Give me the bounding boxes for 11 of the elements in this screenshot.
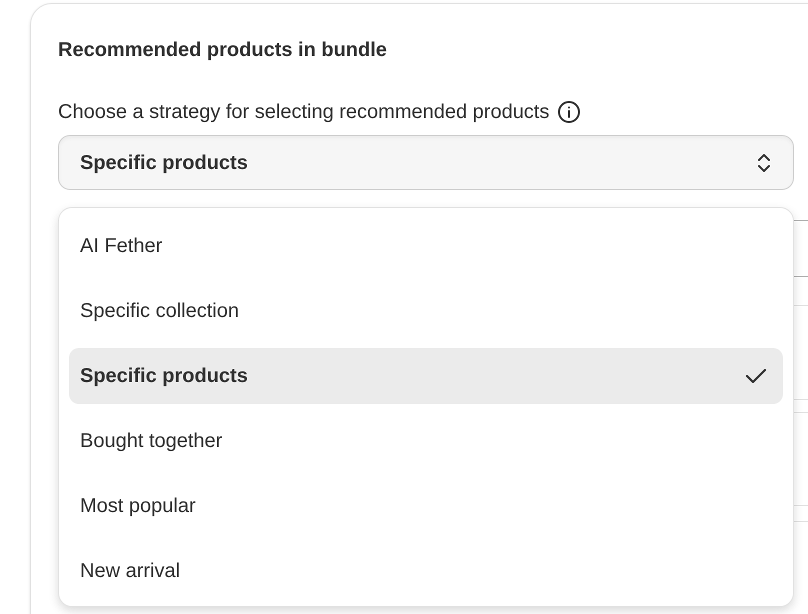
strategy-label: Choose a strategy for selecting recommended products	[58, 100, 550, 125]
dropdown-option[interactable]: New arrival	[69, 543, 783, 599]
strategy-select[interactable]: Specific products	[58, 135, 794, 190]
dropdown-option[interactable]: AI Fether	[69, 218, 783, 274]
checkmark-icon	[745, 367, 767, 385]
dropdown-option[interactable]: Bought together	[69, 413, 783, 469]
dropdown-option[interactable]: Specific collection	[69, 283, 783, 339]
dropdown-option[interactable]: Specific products	[69, 348, 783, 404]
dropdown-option[interactable]: Most popular	[69, 478, 783, 534]
section-title: Recommended products in bundle	[58, 38, 387, 63]
info-icon[interactable]	[557, 100, 582, 124]
